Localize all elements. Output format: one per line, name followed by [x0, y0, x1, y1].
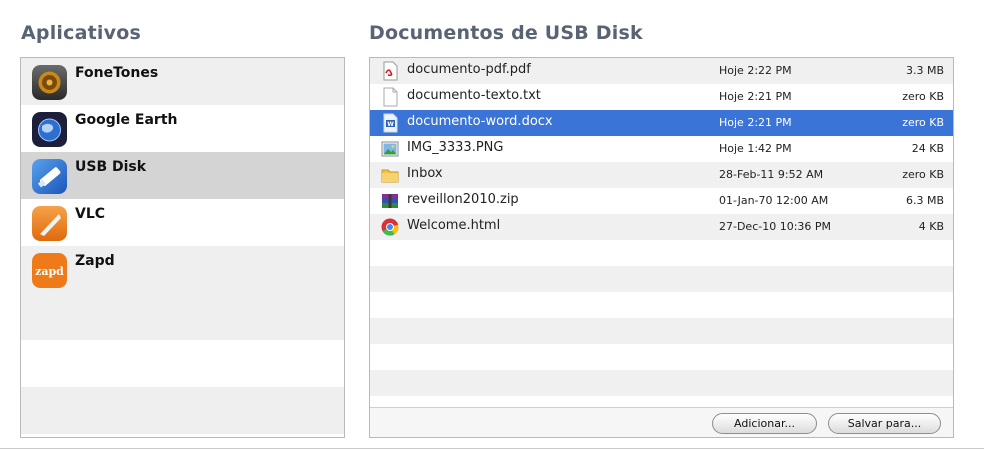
- file-date: 28-Feb-11 9:52 AM: [719, 168, 824, 181]
- file-row-inbox[interactable]: Inbox 28-Feb-11 9:52 AM zero KB: [370, 162, 953, 188]
- folder-icon: [380, 165, 400, 185]
- chrome-html-icon: [380, 217, 400, 237]
- file-row-png[interactable]: IMG_3333.PNG Hoje 1:42 PM 24 KB: [370, 136, 953, 162]
- svg-text:W: W: [387, 121, 394, 128]
- image-file-icon: [380, 139, 400, 159]
- svg-text:zapd: zapd: [35, 265, 64, 278]
- app-item-usb-disk[interactable]: USB Disk: [21, 152, 344, 199]
- documents-toolbar: Adicionar... Salvar para...: [370, 407, 953, 437]
- file-name: IMG_3333.PNG: [407, 140, 504, 155]
- app-item-zapd[interactable]: zapd Zapd: [21, 246, 344, 293]
- file-date: Hoje 2:21 PM: [719, 116, 792, 129]
- app-name: FoneTones: [75, 65, 159, 81]
- file-size: 3.3 MB: [905, 64, 944, 77]
- file-size: zero KB: [902, 90, 944, 103]
- globe-icon: [32, 112, 67, 147]
- file-row-docx[interactable]: W documento-word.docx Hoje 2:21 PM zero …: [370, 110, 953, 136]
- apps-section-title: Aplicativos: [21, 22, 141, 44]
- bottom-divider: [0, 448, 984, 449]
- app-name: Zapd: [75, 253, 115, 269]
- zapd-icon: zapd: [32, 253, 67, 288]
- apps-list: FoneTones Google Earth USB Disk VLC zapd…: [20, 57, 345, 438]
- app-item-vlc[interactable]: VLC: [21, 199, 344, 246]
- app-item-google-earth[interactable]: Google Earth: [21, 105, 344, 152]
- app-item-fonetones[interactable]: FoneTones: [21, 58, 344, 105]
- archive-file-icon: [380, 191, 400, 211]
- file-row-pdf[interactable]: documento-pdf.pdf Hoje 2:22 PM 3.3 MB: [370, 58, 953, 84]
- save-to-button[interactable]: Salvar para...: [828, 413, 941, 434]
- usb-disk-icon: [32, 159, 67, 194]
- word-file-icon: W: [380, 113, 400, 133]
- documents-section-title: Documentos de USB Disk: [369, 22, 643, 44]
- add-button[interactable]: Adicionar...: [712, 413, 817, 434]
- pdf-file-icon: [380, 61, 400, 81]
- file-row-zip[interactable]: reveillon2010.zip 01-Jan-70 12:00 AM 6.3…: [370, 188, 953, 214]
- file-size: zero KB: [902, 116, 944, 129]
- file-date: Hoje 1:42 PM: [719, 142, 792, 155]
- app-name: USB Disk: [75, 159, 147, 175]
- file-date: 27-Dec-10 10:36 PM: [719, 220, 832, 233]
- file-name: documento-texto.txt: [407, 88, 541, 103]
- file-name: documento-word.docx: [407, 114, 553, 129]
- file-row-html[interactable]: Welcome.html 27-Dec-10 10:36 PM 4 KB: [370, 214, 953, 240]
- vlc-cone-icon: [32, 206, 67, 241]
- file-size: 6.3 MB: [905, 194, 944, 207]
- file-date: Hoje 2:21 PM: [719, 90, 792, 103]
- file-name: Welcome.html: [407, 218, 501, 233]
- app-name: Google Earth: [75, 112, 178, 128]
- file-name: Inbox: [407, 166, 443, 181]
- file-size: 24 KB: [911, 142, 944, 155]
- file-date: Hoje 2:22 PM: [719, 64, 792, 77]
- file-name: reveillon2010.zip: [407, 192, 519, 207]
- file-name: documento-pdf.pdf: [407, 62, 531, 77]
- file-row-txt[interactable]: documento-texto.txt Hoje 2:21 PM zero KB: [370, 84, 953, 110]
- speaker-icon: [32, 65, 67, 100]
- file-size: 4 KB: [918, 220, 944, 233]
- documents-list: documento-pdf.pdf Hoje 2:22 PM 3.3 MB do…: [369, 57, 954, 438]
- app-name: VLC: [75, 206, 106, 222]
- file-size: zero KB: [902, 168, 944, 181]
- text-file-icon: [380, 87, 400, 107]
- file-date: 01-Jan-70 12:00 AM: [719, 194, 829, 207]
